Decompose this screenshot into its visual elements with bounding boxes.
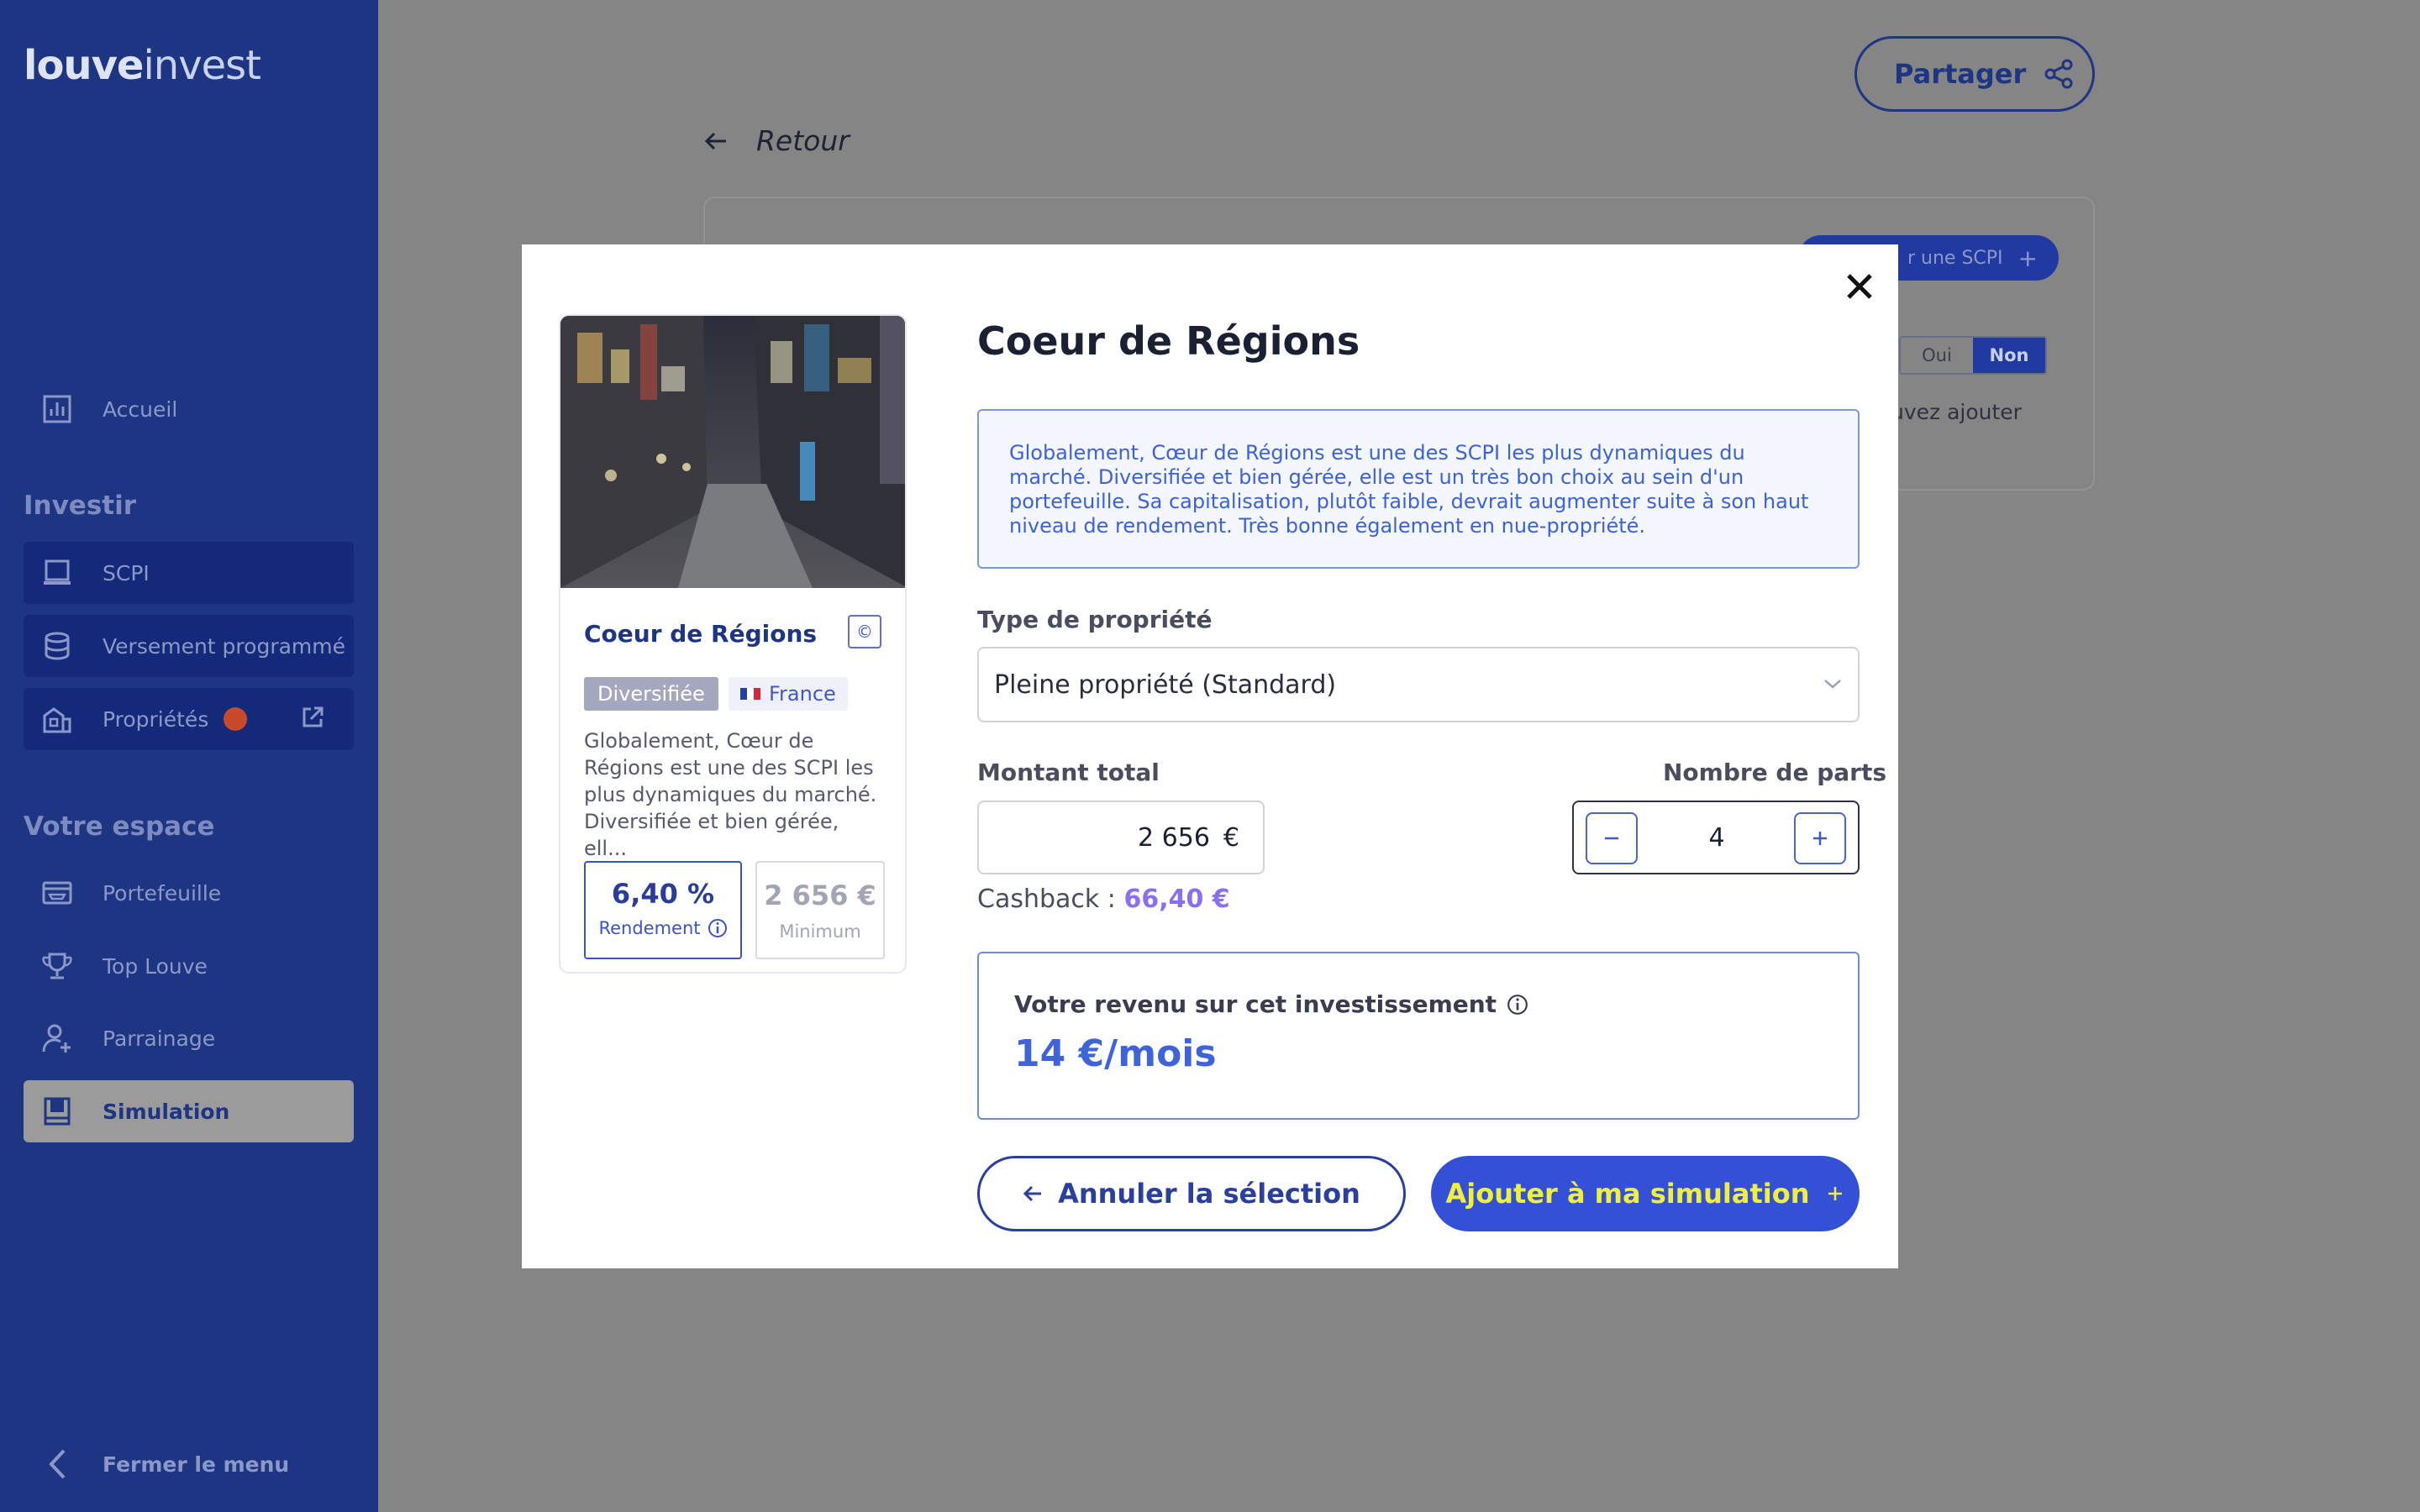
cancel-label: Annuler la sélection	[1058, 1178, 1360, 1210]
sidebar-item-top-louve[interactable]: Top Louve	[24, 935, 354, 997]
sidebar: louveinvest Accueil Investir SCPI Versem…	[0, 0, 378, 1512]
share-icon	[2044, 59, 2073, 89]
currency-symbol: €	[1223, 822, 1239, 853]
sidebar-item-label: Simulation	[103, 1099, 230, 1124]
share-button[interactable]: Partager	[1854, 36, 2095, 112]
sidebar-item-label: Portefeuille	[103, 880, 222, 906]
chevron-left-icon	[40, 1447, 74, 1481]
toggle-yes[interactable]: Oui	[1901, 338, 1973, 373]
sidebar-item-versement[interactable]: Versement programmé	[24, 615, 354, 677]
france-flag-icon	[740, 688, 760, 700]
plus-icon: +	[2018, 244, 2039, 272]
revenue-label-row: Votre revenu sur cet investissement	[1014, 990, 1528, 1018]
laptop-icon	[40, 556, 74, 590]
section-espace: Votre espace	[24, 811, 215, 842]
cashback-value: 66,40 €	[1123, 885, 1230, 914]
sidebar-item-label: Versement programmé	[103, 633, 346, 659]
sidebar-item-label: Accueil	[103, 396, 178, 422]
toggle-no[interactable]: Non	[1973, 338, 2045, 373]
sidebar-item-label: Parrainage	[103, 1026, 216, 1051]
yield-label: Rendement	[598, 918, 701, 938]
database-icon	[40, 629, 74, 663]
trophy-icon	[40, 949, 74, 983]
scpi-card: Coeur de Régions © Diversifiée France Gl…	[559, 314, 907, 974]
revenue-label: Votre revenu sur cet investissement	[1014, 990, 1497, 1018]
amount-field[interactable]: 2 656 €	[977, 801, 1265, 874]
yield-stat: 6,40 % Rendement	[584, 861, 742, 959]
add-to-simulation-button[interactable]: Ajouter à ma simulation	[1431, 1156, 1860, 1231]
external-link-icon	[300, 705, 329, 733]
close-icon[interactable]	[1844, 271, 1875, 302]
card-description: Globalement, Cœur de Régions est une des…	[584, 729, 877, 860]
back-link[interactable]: Retour	[704, 124, 850, 157]
increment-button[interactable]	[1794, 812, 1846, 864]
revenue-value: 14 €/mois	[1014, 1032, 1217, 1075]
close-menu-button[interactable]: Fermer le menu	[24, 1433, 354, 1495]
minimum-value: 2 656 €	[764, 879, 876, 911]
plus-icon	[1813, 832, 1827, 845]
logo[interactable]: louveinvest	[24, 42, 261, 89]
modal-title: Coeur de Régions	[977, 318, 1360, 364]
minimum-stat: 2 656 € Minimum	[755, 861, 885, 959]
card-title[interactable]: Coeur de Régions	[584, 620, 817, 648]
info-icon[interactable]	[1507, 994, 1528, 1016]
amount-value: 2 656	[1138, 822, 1210, 853]
sidebar-item-label: Propriétés	[103, 706, 209, 732]
building-icon	[40, 702, 74, 736]
cashback: Cashback : 66,40 €	[977, 885, 1230, 914]
sidebar-item-label: SCPI	[103, 560, 150, 585]
chart-icon	[40, 392, 74, 426]
yield-label-row: Rendement	[586, 918, 740, 938]
sidebar-item-parrainage[interactable]: Parrainage	[24, 1007, 354, 1069]
property-type-value: Pleine propriété (Standard)	[994, 669, 1337, 700]
chevron-down-icon	[1824, 680, 1841, 689]
sidebar-item-simulation[interactable]: Simulation	[24, 1080, 354, 1142]
book-icon	[40, 1095, 74, 1128]
close-menu-label: Fermer le menu	[103, 1452, 290, 1477]
cashback-label: Cashback :	[977, 885, 1116, 914]
sidebar-item-proprietes[interactable]: Propriétés	[24, 688, 354, 750]
revenue-box: Votre revenu sur cet investissement 14 €…	[977, 952, 1860, 1120]
shares-label: Nombre de parts	[1663, 759, 1887, 786]
sidebar-item-scpi[interactable]: SCPI	[24, 542, 354, 604]
decrement-button[interactable]	[1586, 812, 1638, 864]
info-icon[interactable]	[708, 918, 728, 938]
wallet-icon	[40, 876, 74, 910]
share-label: Partager	[1894, 58, 2027, 90]
sidebar-item-portefeuille[interactable]: Portefeuille	[24, 862, 354, 924]
add-label: Ajouter à ma simulation	[1445, 1178, 1810, 1210]
country-tag: France	[729, 677, 848, 711]
category-tag: Diversifiée	[584, 677, 718, 711]
shares-stepper: 4	[1572, 801, 1860, 874]
arrow-left-icon	[704, 132, 726, 150]
property-type-select[interactable]: Pleine propriété (Standard)	[977, 647, 1860, 722]
shares-value[interactable]: 4	[1658, 802, 1776, 873]
back-label: Retour	[756, 124, 850, 157]
sidebar-item-label: Top Louve	[103, 953, 208, 979]
arrow-left-icon	[1023, 1185, 1042, 1202]
scpi-image	[560, 316, 905, 588]
scpi-modal: Coeur de Régions © Diversifiée France Gl…	[522, 244, 1898, 1268]
amount-label: Montant total	[977, 759, 1160, 786]
background-text: uvez ajouter	[1891, 400, 2022, 424]
yes-no-toggle[interactable]: Oui Non	[1899, 336, 2047, 375]
modal-description: Globalement, Cœur de Régions est une des…	[977, 409, 1860, 569]
section-investir: Investir	[24, 491, 137, 521]
notification-dot	[224, 707, 248, 731]
cancel-selection-button[interactable]: Annuler la sélection	[977, 1156, 1406, 1231]
plus-icon	[1828, 1187, 1843, 1200]
sidebar-item-accueil[interactable]: Accueil	[24, 378, 354, 440]
add-scpi-label: r une SCPI	[1907, 247, 2003, 269]
yield-value: 6,40 %	[611, 878, 715, 910]
minimum-label: Minimum	[779, 921, 861, 942]
property-type-label: Type de propriété	[977, 606, 1213, 633]
country-label: France	[769, 682, 836, 706]
euro-badge: ©	[848, 615, 881, 648]
minus-icon	[1605, 837, 1618, 840]
add-user-icon	[40, 1021, 74, 1055]
